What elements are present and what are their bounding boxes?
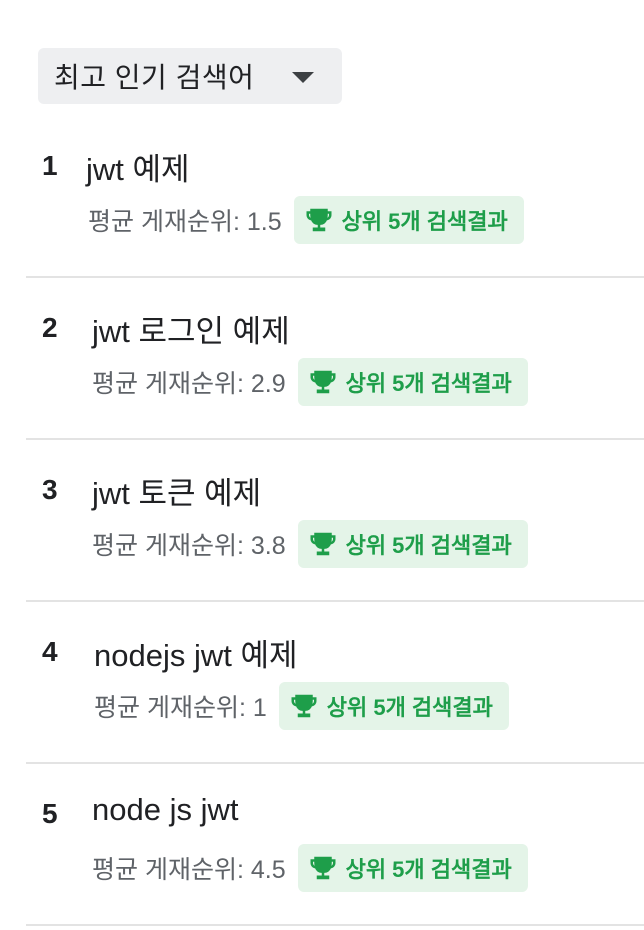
- query-meta: 평균 게재순위: 4.5 상위 5개 검색결과: [92, 844, 528, 892]
- list-item[interactable]: 5 node js jwt 평균 게재순위: 4.5 상위 5개 검색결과: [26, 764, 644, 926]
- top5-badge: 상위 5개 검색결과: [297, 520, 528, 568]
- rank-number: 4: [42, 636, 58, 667]
- query-meta: 평균 게재순위: 2.9 상위 5개 검색결과: [92, 358, 528, 406]
- trophy-icon: [310, 532, 336, 556]
- trophy-icon: [310, 856, 336, 880]
- top5-badge: 상위 5개 검색결과: [297, 844, 528, 892]
- list-item[interactable]: 3 jwt 토큰 예제 평균 게재순위: 3.8 상위 5개 검색결과: [26, 440, 644, 602]
- divider: [26, 924, 644, 926]
- query-text[interactable]: jwt 로그인 예제: [92, 306, 290, 351]
- top5-badge: 상위 5개 검색결과: [297, 358, 528, 406]
- list-item[interactable]: 4 nodejs jwt 예제 평균 게재순위: 1 상위 5개 검색결과: [26, 602, 644, 764]
- query-meta: 평균 게재순위: 1 상위 5개 검색결과: [94, 682, 509, 730]
- average-position: 평균 게재순위: 4.5: [92, 856, 286, 884]
- average-position: 평균 게재순위: 1: [94, 694, 267, 722]
- query-text[interactable]: jwt 토큰 예제: [92, 468, 261, 513]
- badge-label: 상위 5개 검색결과: [345, 857, 512, 882]
- badge-label: 상위 5개 검색결과: [345, 533, 512, 558]
- average-position: 평균 게재순위: 2.9: [92, 370, 286, 398]
- rank-number: 2: [42, 312, 58, 343]
- top5-badge: 상위 5개 검색결과: [278, 682, 509, 730]
- query-text[interactable]: jwt 예제: [86, 144, 190, 189]
- badge-label: 상위 5개 검색결과: [341, 209, 508, 234]
- query-meta: 평균 게재순위: 3.8 상위 5개 검색결과: [92, 520, 528, 568]
- list-item[interactable]: 1 jwt 예제 평균 게재순위: 1.5 상위 5개 검색결과: [26, 116, 644, 278]
- average-position: 평균 게재순위: 1.5: [88, 208, 282, 236]
- trophy-icon: [291, 694, 317, 718]
- trophy-icon: [310, 370, 336, 394]
- average-position: 평균 게재순위: 3.8: [92, 532, 286, 560]
- trophy-icon: [306, 208, 332, 232]
- query-meta: 평균 게재순위: 1.5 상위 5개 검색결과: [88, 196, 524, 244]
- rank-number: 3: [42, 474, 58, 505]
- rank-number: 5: [42, 798, 58, 829]
- caret-down-icon: [292, 72, 314, 83]
- badge-label: 상위 5개 검색결과: [345, 371, 512, 396]
- top5-badge: 상위 5개 검색결과: [293, 196, 524, 244]
- badge-label: 상위 5개 검색결과: [326, 695, 493, 720]
- query-text[interactable]: node js jwt: [92, 792, 238, 828]
- top-queries-dropdown[interactable]: 최고 인기 검색어: [38, 48, 342, 104]
- dropdown-label: 최고 인기 검색어: [54, 62, 255, 93]
- query-text[interactable]: nodejs jwt 예제: [94, 630, 298, 675]
- rank-number: 1: [42, 150, 58, 181]
- list-item[interactable]: 2 jwt 로그인 예제 평균 게재순위: 2.9 상위 5개 검색결과: [26, 278, 644, 440]
